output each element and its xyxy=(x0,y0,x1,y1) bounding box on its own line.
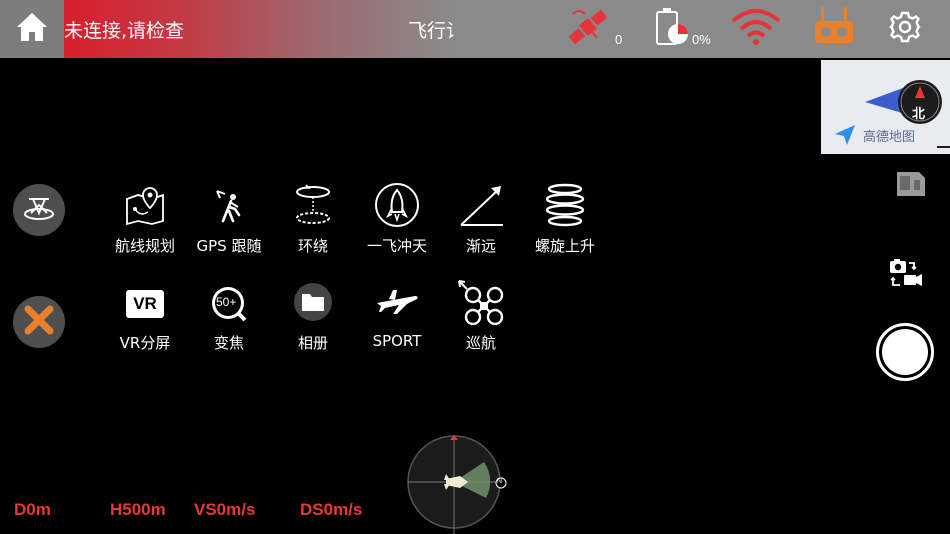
mode-orbit[interactable]: 环绕 xyxy=(271,183,355,256)
home-icon xyxy=(15,11,49,47)
mode-cruise[interactable]: 巡航 xyxy=(439,280,523,353)
drone-x-icon xyxy=(21,302,57,342)
compass-north-label: 北 xyxy=(912,107,926,122)
settings-button[interactable] xyxy=(888,0,922,58)
flight-record-label: 飞行记 xyxy=(408,20,454,42)
attitude-radar: N xyxy=(406,434,507,534)
rocket-icon xyxy=(374,182,420,232)
drone-landing-icon xyxy=(21,193,57,227)
camera-video-switch-button[interactable] xyxy=(886,258,924,292)
mode-album[interactable]: 相册 xyxy=(271,280,355,353)
mode-label: VR分屏 xyxy=(119,334,171,352)
remote-controller-icon xyxy=(812,5,856,53)
gps-follow-icon xyxy=(211,185,247,229)
mode-label: 航线规划 xyxy=(114,237,175,255)
zoom-badge: 50+ xyxy=(216,295,237,309)
amap-logo-icon xyxy=(833,123,857,151)
horizontal-speed-readout: DS0m/s xyxy=(300,500,363,519)
mode-label: 环绕 xyxy=(297,237,328,255)
mode-gps-follow[interactable]: GPS 跟随 xyxy=(187,183,271,256)
satellite-status: 0 xyxy=(563,0,622,58)
radar-north-label: N xyxy=(497,478,503,485)
map-brand-label: 高德地图 xyxy=(863,130,916,145)
distance-readout: D0m xyxy=(14,500,51,519)
spiral-icon xyxy=(543,183,587,231)
mode-label: 巡航 xyxy=(465,334,496,352)
zoom-icon: 50+ xyxy=(210,285,248,323)
mode-label: 相册 xyxy=(297,334,328,352)
satellite-icon xyxy=(563,2,613,56)
satellite-count: 0 xyxy=(615,31,623,47)
battery-icon xyxy=(654,6,690,52)
sd-card-icon xyxy=(895,170,927,202)
orbit-icon xyxy=(293,184,333,230)
remote-controller-status[interactable] xyxy=(812,0,856,58)
wifi-icon xyxy=(730,7,782,51)
shutter-button[interactable] xyxy=(876,323,934,381)
shutter-inner xyxy=(882,329,928,375)
album-folder-icon xyxy=(293,282,333,326)
connection-status-banner: 未连接,请检查 飞行记 xyxy=(64,0,454,58)
battery-percent: 0% xyxy=(692,31,711,47)
battery-status: 0% xyxy=(654,0,711,58)
top-status-bar: 未连接,请检查 飞行记 0 0% xyxy=(0,0,950,58)
height-readout: H500m xyxy=(110,500,166,519)
mode-label: 渐远 xyxy=(465,237,496,255)
mode-rocket[interactable]: 一飞冲天 xyxy=(355,183,439,256)
vertical-speed-readout: VS0m/s xyxy=(194,500,256,519)
gear-icon xyxy=(888,10,922,48)
mode-spiral[interactable]: 螺旋上升 xyxy=(523,183,607,256)
mode-label: 一飞冲天 xyxy=(366,237,427,255)
mode-sport[interactable]: SPORT xyxy=(355,280,439,350)
mode-label: GPS 跟随 xyxy=(196,237,262,255)
cruise-drone-icon xyxy=(457,279,505,329)
drone-control-button[interactable] xyxy=(13,296,65,348)
map-thumbnail[interactable]: 北 高德地图 xyxy=(821,60,950,154)
airplane-icon xyxy=(375,287,419,321)
mode-dronie[interactable]: 渐远 xyxy=(439,183,523,256)
mode-label: 螺旋上升 xyxy=(534,237,595,255)
mode-waypoint[interactable]: 航线规划 xyxy=(103,183,187,256)
connection-status-text: 未连接,请检查 xyxy=(64,20,185,42)
mode-vr[interactable]: VR VR分屏 xyxy=(103,280,187,353)
gimbal-calibrate-button[interactable] xyxy=(13,184,65,236)
mode-label: SPORT xyxy=(372,332,422,350)
mode-label: 变焦 xyxy=(213,334,244,352)
sd-card-button[interactable] xyxy=(893,170,929,202)
waypoint-map-icon xyxy=(124,185,166,229)
dronie-arrow-icon xyxy=(457,183,505,231)
camera-switch-icon xyxy=(887,257,923,293)
wifi-status xyxy=(730,0,782,58)
mode-zoom[interactable]: 50+ 变焦 xyxy=(187,280,271,353)
vr-icon: VR xyxy=(126,290,164,318)
home-button[interactable] xyxy=(0,0,64,58)
